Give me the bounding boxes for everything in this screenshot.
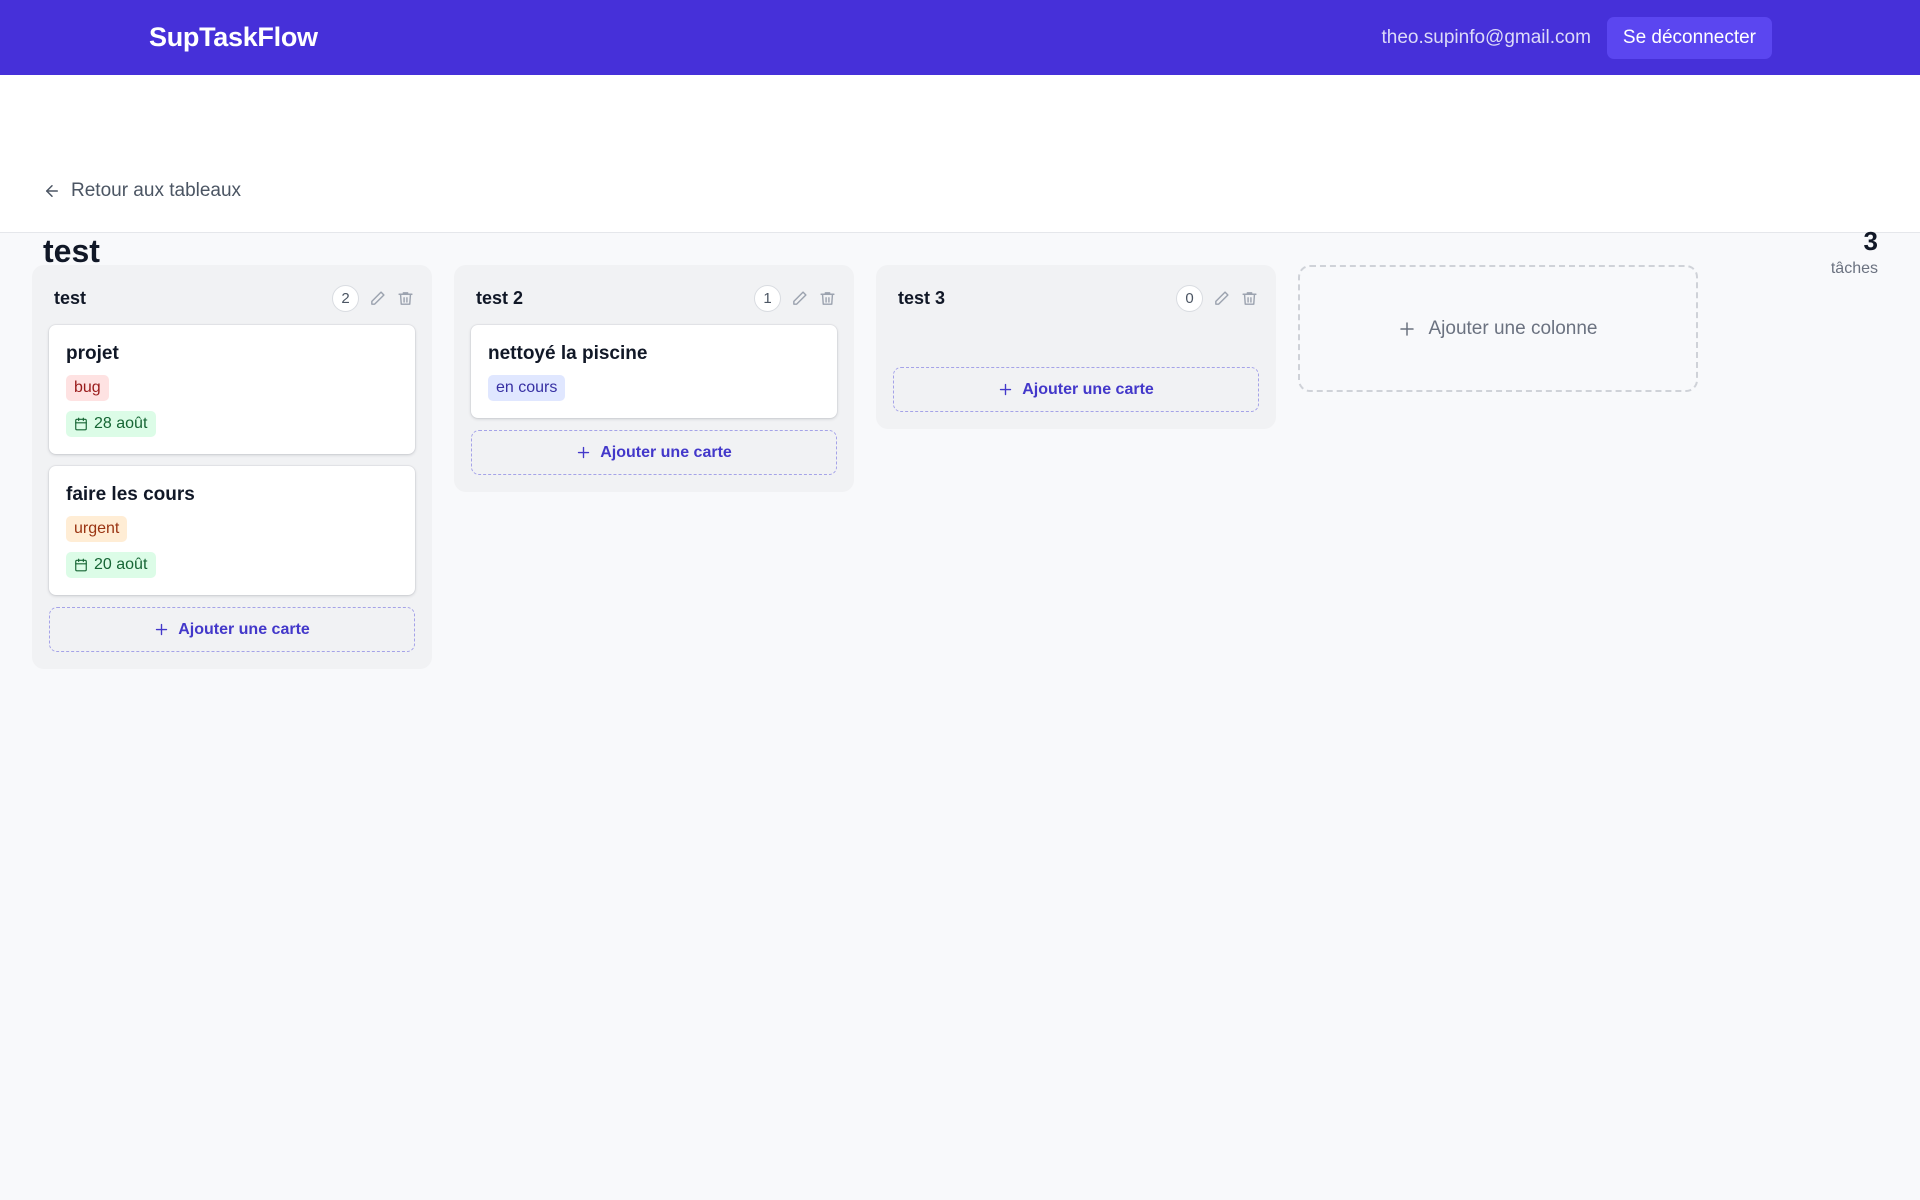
user-email: theo.supinfo@gmail.com	[1381, 26, 1591, 48]
column: test 2 1 nettoyé la piscine en cours Ajo…	[454, 265, 854, 492]
trash-icon[interactable]	[817, 288, 837, 308]
top-navbar: SupTaskFlow theo.supinfo@gmail.com Se dé…	[0, 0, 1920, 75]
column: test 2 projet bug 28 août faire les cour…	[32, 265, 432, 669]
label-tag: bug	[66, 375, 109, 401]
user-area: theo.supinfo@gmail.com Se déconnecter	[1381, 16, 1772, 59]
calendar-icon	[75, 417, 87, 431]
plus-icon	[578, 446, 590, 459]
add-card-label: Ajouter une carte	[600, 443, 732, 461]
card-title: projet	[66, 343, 119, 364]
task-count-label: tâches	[1830, 260, 1878, 277]
plus-icon	[1000, 383, 1012, 396]
column-header: test 2	[49, 283, 415, 313]
due-date-label: 28 août	[94, 415, 148, 432]
plus-icon	[156, 623, 168, 636]
due-date-badge: 28 août	[66, 411, 157, 437]
task-card[interactable]: faire les cours urgent 20 août	[49, 466, 415, 595]
back-to-boards-link[interactable]: Retour aux tableaux	[43, 180, 241, 202]
task-counter: 3 tâches	[1831, 226, 1878, 278]
back-link-label: Retour aux tableaux	[71, 180, 242, 201]
add-card-button[interactable]: Ajouter une carte	[893, 367, 1259, 412]
app-logo[interactable]: SupTaskFlow	[149, 22, 318, 53]
card-title: faire les cours	[66, 484, 195, 505]
task-count-value: 3	[1863, 226, 1878, 256]
add-column-label: Ajouter une colonne	[1428, 317, 1598, 339]
card-title: nettoyé la piscine	[488, 343, 648, 364]
column-tools: 1	[754, 284, 837, 312]
pencil-icon[interactable]	[789, 288, 809, 308]
task-card[interactable]: nettoyé la piscine en cours	[471, 325, 837, 418]
column-title: test	[54, 287, 87, 308]
add-column-button[interactable]: Ajouter une colonne	[1298, 265, 1698, 392]
add-card-label: Ajouter une carte	[1022, 380, 1154, 398]
add-card-button[interactable]: Ajouter une carte	[471, 430, 837, 475]
column-header: test 2 1	[471, 283, 837, 313]
kanban-board: test 2 projet bug 28 août faire les cour…	[32, 265, 1698, 669]
task-card[interactable]: projet bug 28 août	[49, 325, 415, 454]
card-count-badge: 0	[1176, 284, 1203, 312]
column-header: test 3 0	[893, 283, 1259, 313]
due-date-label: 20 août	[94, 556, 148, 573]
due-date-badge: 20 août	[66, 552, 157, 578]
card-count-badge: 2	[332, 284, 359, 312]
column-tools: 0	[1176, 284, 1259, 312]
column: test 3 0 Ajouter une carte	[876, 265, 1276, 429]
pencil-icon[interactable]	[367, 288, 387, 308]
arrow-left-icon	[46, 185, 58, 197]
trash-icon[interactable]	[1239, 288, 1259, 308]
pencil-icon[interactable]	[1211, 288, 1231, 308]
add-card-button[interactable]: Ajouter une carte	[49, 607, 415, 652]
column-title: test 2	[476, 287, 524, 308]
card-count-badge: 1	[754, 284, 781, 312]
plus-icon	[1400, 321, 1415, 336]
label-tag: en cours	[488, 375, 566, 401]
calendar-icon	[75, 558, 87, 572]
column-tools: 2	[332, 284, 415, 312]
column-title: test 3	[898, 287, 946, 308]
add-card-label: Ajouter une carte	[178, 620, 310, 638]
label-tag: urgent	[66, 516, 128, 542]
board-header: Retour aux tableaux test 3 tâches	[0, 75, 1920, 277]
trash-icon[interactable]	[395, 288, 415, 308]
logout-button[interactable]: Se déconnecter	[1606, 16, 1772, 59]
